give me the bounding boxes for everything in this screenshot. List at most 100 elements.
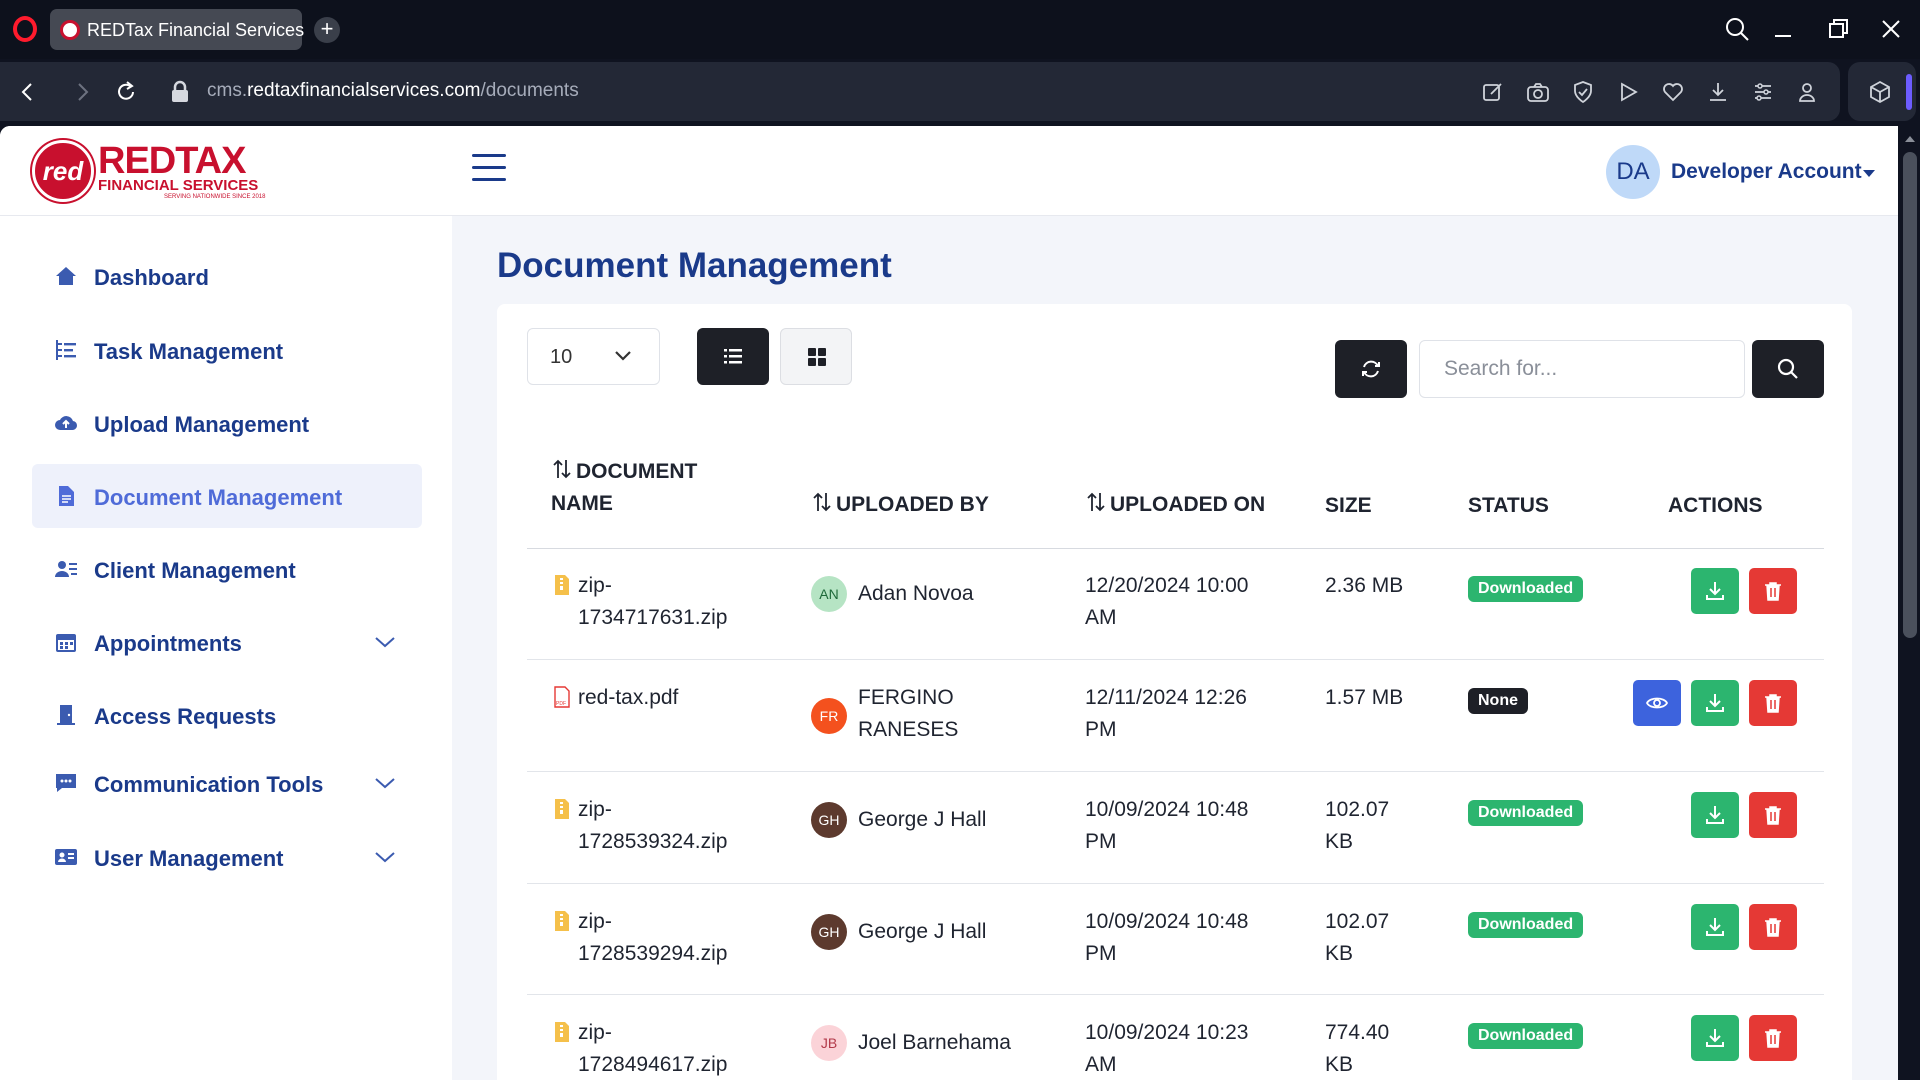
sidebar-item-document-management[interactable]: Document Management [32, 464, 422, 528]
document-name-line: 1728494617.zip [578, 1053, 728, 1076]
download-icon[interactable] [1706, 80, 1730, 104]
column-header-uploaded-on[interactable]: UPLOADED ON [1085, 489, 1265, 521]
file-size-line: 774.40 [1325, 1021, 1390, 1044]
sidebar: Dashboard Task Management Upload Managem… [0, 216, 452, 1080]
sidebar-item-access-requests[interactable]: Access Requests [32, 683, 422, 747]
restore-icon[interactable] [1823, 14, 1853, 44]
download-button[interactable] [1691, 568, 1739, 614]
uploaded-on-line: PM [1085, 830, 1117, 853]
camera-icon[interactable] [1526, 80, 1550, 104]
view-button[interactable] [1633, 680, 1681, 726]
scrollbar-thumb[interactable] [1903, 152, 1917, 638]
trash-icon [1765, 582, 1781, 601]
download-button[interactable] [1691, 1015, 1739, 1061]
document-name[interactable]: zip- 1728539294.zip [578, 906, 727, 970]
per-page-select[interactable]: 10 [527, 328, 660, 385]
column-header-actions: ACTIONS [1668, 494, 1763, 517]
document-name[interactable]: zip- 1728539324.zip [578, 794, 727, 858]
search-button[interactable] [1752, 340, 1824, 398]
uploaded-on-line: 12/20/2024 10:00 [1085, 574, 1249, 597]
heart-icon[interactable] [1661, 80, 1685, 104]
sidebar-item-client-management[interactable]: Client Management [32, 537, 422, 601]
forward-icon[interactable] [68, 78, 96, 106]
delete-button[interactable] [1749, 1015, 1797, 1061]
list-icon [724, 349, 742, 364]
close-window-icon[interactable] [1876, 14, 1906, 44]
lock-icon[interactable] [170, 80, 190, 104]
browser-tab-bar: REDTax Financial Services + [0, 0, 1920, 59]
column-header-status: STATUS [1468, 494, 1549, 517]
user-menu-name[interactable]: Developer Account [1671, 160, 1862, 184]
column-header-uploaded-by[interactable]: UPLOADED BY [811, 489, 989, 521]
uploaded-on: 12/20/2024 10:00 AM [1085, 570, 1249, 634]
url-path: /documents [480, 80, 579, 101]
access-icon [57, 705, 75, 725]
document-name[interactable]: zip- 1728494617.zip [578, 1017, 727, 1080]
refresh-button[interactable] [1335, 340, 1407, 398]
menu-toggle-icon[interactable] [472, 154, 508, 186]
uploaded-on: 12/11/2024 12:26 PM [1085, 682, 1247, 746]
document-name[interactable]: red-tax.pdf [578, 682, 678, 714]
scroll-up-icon[interactable] [1903, 132, 1917, 146]
sidebar-item-label: Communication Tools [94, 772, 324, 797]
status-badge: Downloaded [1468, 1023, 1584, 1049]
download-icon [1706, 1029, 1724, 1047]
uploader-name: FERGINO RANESES [858, 682, 958, 746]
svg-text:PDF: PDF [556, 701, 566, 707]
new-tab-button[interactable]: + [314, 17, 340, 43]
sort-icon [1087, 492, 1105, 512]
url-text[interactable]: cms.redtaxfinancialservices.com/document… [207, 80, 579, 102]
file-size: 102.07 KB [1325, 794, 1389, 858]
sidebar-item-label: Access Requests [94, 704, 277, 729]
logo-title: REDTAX [98, 140, 246, 182]
delete-button[interactable] [1749, 792, 1797, 838]
user-avatar[interactable]: DA [1606, 145, 1660, 199]
shield-icon[interactable] [1571, 80, 1595, 104]
search-input[interactable] [1419, 340, 1745, 398]
chevron-down-icon[interactable] [374, 849, 396, 865]
delete-button[interactable] [1749, 904, 1797, 950]
uploaded-on-line: PM [1085, 942, 1117, 965]
download-button[interactable] [1691, 680, 1739, 726]
delete-button[interactable] [1749, 568, 1797, 614]
document-name-line: 1734717631.zip [578, 606, 728, 629]
sidebar-item-user-management[interactable]: User Management [32, 825, 422, 889]
download-button[interactable] [1691, 792, 1739, 838]
delete-button[interactable] [1749, 680, 1797, 726]
document-name[interactable]: zip- 1734717631.zip [578, 570, 727, 634]
list-view-button[interactable] [697, 328, 769, 385]
play-icon[interactable] [1616, 80, 1640, 104]
column-header-document-name[interactable]: DOCUMENT NAME [551, 456, 697, 520]
back-icon[interactable] [14, 78, 42, 106]
reload-icon[interactable] [112, 78, 140, 106]
sidebar-item-appointments[interactable]: Appointments [32, 610, 422, 674]
sidebar-item-upload-management[interactable]: Upload Management [32, 391, 422, 455]
download-button[interactable] [1691, 904, 1739, 950]
profile-icon[interactable] [1795, 80, 1819, 104]
user-menu-caret-icon[interactable] [1863, 170, 1875, 177]
browser-search-icon[interactable] [1722, 14, 1752, 44]
trash-icon [1765, 1029, 1781, 1048]
uploader-name: George J Hall [858, 916, 986, 948]
minimize-icon[interactable] [1768, 14, 1798, 44]
easy-setup-icon[interactable] [1751, 80, 1775, 104]
redtax-logo[interactable]: red REDTAX FINANCIAL SERVICES SERVING NA… [32, 140, 272, 204]
chevron-down-icon[interactable] [374, 775, 396, 791]
uploaded-on-line: 10/09/2024 10:23 [1085, 1021, 1249, 1044]
browser-tab[interactable]: REDTax Financial Services [50, 9, 304, 50]
uploader-avatar: JB [811, 1025, 847, 1061]
sidebar-item-task-management[interactable]: Task Management [32, 318, 422, 382]
column-header-label: NAME [551, 492, 613, 515]
eye-icon [1646, 697, 1668, 709]
extensions-cube-icon[interactable] [1868, 80, 1892, 104]
edit-icon[interactable] [1481, 80, 1505, 104]
download-icon [1706, 918, 1724, 936]
grid-view-button[interactable] [780, 328, 852, 385]
trash-icon [1765, 806, 1781, 825]
opera-logo-icon[interactable] [13, 16, 37, 42]
url-domain: redtaxfinancialservices.com [247, 80, 481, 101]
sidebar-item-dashboard[interactable]: Dashboard [32, 244, 422, 308]
chevron-down-icon[interactable] [374, 634, 396, 650]
client-icon [55, 561, 77, 577]
sidebar-item-communication-tools[interactable]: Communication Tools [32, 751, 422, 815]
